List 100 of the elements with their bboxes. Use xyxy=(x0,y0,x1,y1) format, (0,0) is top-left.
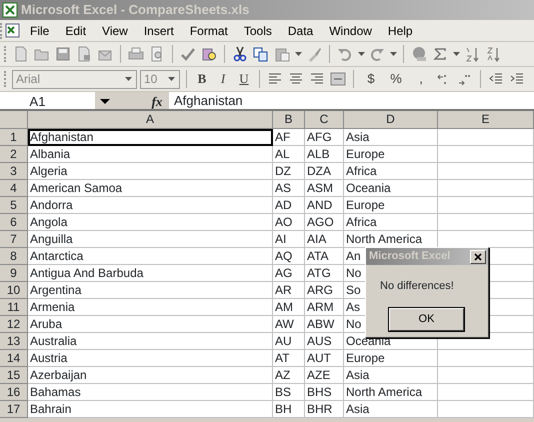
column-header[interactable]: D xyxy=(344,111,438,129)
workbook-icon[interactable] xyxy=(5,22,22,39)
table-cell: AU xyxy=(273,333,305,350)
table-cell: North America xyxy=(344,231,438,248)
dropdown-arrow-icon[interactable] xyxy=(294,52,302,56)
row-header[interactable]: 2 xyxy=(0,146,28,163)
row-header[interactable]: 4 xyxy=(0,180,28,197)
table-cell: AQ xyxy=(273,248,305,265)
name-box[interactable]: A1 xyxy=(0,92,95,109)
menu-item[interactable]: Window xyxy=(321,22,380,40)
menu-item[interactable]: Help xyxy=(380,22,421,40)
close-icon xyxy=(474,252,482,260)
table-cell: ALB xyxy=(305,146,344,163)
table-cell: AIA xyxy=(305,231,344,248)
menu-item[interactable]: Insert xyxy=(136,22,182,40)
row-header[interactable]: 12 xyxy=(0,316,28,333)
row-header[interactable]: 14 xyxy=(0,350,28,367)
dropdown-arrow-icon[interactable] xyxy=(358,52,364,56)
excel-logo-icon xyxy=(2,2,18,18)
close-button[interactable] xyxy=(470,250,486,264)
row-header[interactable]: 11 xyxy=(0,299,28,316)
table-cell: Anguilla xyxy=(28,231,273,248)
window-title: Microsoft Excel - CompareSheets.xls xyxy=(21,1,250,20)
table-cell: Albania xyxy=(28,146,273,163)
table-cell: ASM xyxy=(305,180,344,197)
table-cell: Asia xyxy=(344,367,438,384)
menu-item[interactable]: Format xyxy=(182,22,236,40)
formula-input[interactable]: Afghanistan xyxy=(169,90,243,110)
row-header[interactable]: 9 xyxy=(0,265,28,282)
table-cell: ATA xyxy=(305,248,344,265)
table-cell: AM xyxy=(273,299,305,316)
table-cell: Antarctica xyxy=(28,248,273,265)
table-cell: Europe xyxy=(344,350,438,367)
row-header[interactable]: 3 xyxy=(0,163,28,180)
table-cell: Andorra xyxy=(28,197,273,214)
dropdown-arrow-icon[interactable] xyxy=(390,52,396,56)
table-cell: Australia xyxy=(28,333,273,350)
column-header[interactable]: E xyxy=(438,111,534,129)
save-icon[interactable] xyxy=(55,46,71,62)
column-header[interactable]: A xyxy=(28,111,273,129)
table-cell: AND xyxy=(305,197,344,214)
row-header[interactable]: 17 xyxy=(0,401,28,418)
table-cell: BS xyxy=(273,384,305,401)
table-cell: North America xyxy=(344,384,438,401)
row-header[interactable]: 7 xyxy=(0,231,28,248)
ok-button[interactable]: OK xyxy=(389,308,464,330)
row-header[interactable]: 10 xyxy=(0,282,28,299)
sort-descending-icon[interactable] xyxy=(485,46,501,62)
sort-ascending-icon[interactable] xyxy=(464,46,480,62)
table-cell: Europe xyxy=(344,197,438,214)
menu-item[interactable]: File xyxy=(22,22,58,40)
comma-button[interactable]: , xyxy=(410,69,432,89)
menu-item[interactable]: Edit xyxy=(57,22,94,40)
underline-button[interactable]: U xyxy=(235,69,253,89)
table-cell: AS xyxy=(273,180,305,197)
table-cell: AGO xyxy=(305,214,344,231)
table-cell: ARM xyxy=(305,299,344,316)
spelling-icon[interactable] xyxy=(180,46,196,62)
table-cell: DZ xyxy=(273,163,305,180)
column-header[interactable]: C xyxy=(305,111,344,129)
row-header[interactable]: 15 xyxy=(0,367,28,384)
sigma-icon[interactable] xyxy=(432,46,448,62)
bold-button[interactable]: B xyxy=(193,69,211,89)
printer-icon[interactable] xyxy=(128,46,144,62)
italic-button[interactable]: I xyxy=(214,69,232,89)
row-header[interactable]: 16 xyxy=(0,384,28,401)
copy-icon[interactable] xyxy=(253,46,269,62)
table-cell: AO xyxy=(273,214,305,231)
table-cell: AZE xyxy=(305,367,344,384)
row-header[interactable]: 8 xyxy=(0,248,28,265)
table-cell: AG xyxy=(273,265,305,282)
column-header[interactable]: B xyxy=(273,111,305,129)
table-cell: Europe xyxy=(344,146,438,163)
row-header[interactable]: 1 xyxy=(0,129,28,146)
row-header[interactable]: 6 xyxy=(0,214,28,231)
merge-center-icon[interactable] xyxy=(330,71,346,87)
percent-button[interactable]: % xyxy=(385,69,407,89)
table-cell: Angola xyxy=(28,214,273,231)
table-cell: Austria xyxy=(28,350,273,367)
table-cell: AI xyxy=(273,231,305,248)
scissors-icon[interactable] xyxy=(232,46,248,62)
table-cell: BHR xyxy=(305,401,344,418)
dropdown-arrow-icon xyxy=(168,77,175,81)
table-cell: Asia xyxy=(344,401,438,418)
table-cell: AF xyxy=(273,129,305,146)
table-cell: Argentina xyxy=(28,282,273,299)
clipboard-icon[interactable] xyxy=(274,46,290,62)
table-cell: Azerbaijan xyxy=(28,367,273,384)
insert-function-button[interactable]: fx xyxy=(145,92,169,109)
dropdown-arrow-icon[interactable] xyxy=(452,52,460,56)
menu-item[interactable]: Tools xyxy=(236,22,280,40)
table-cell: AR xyxy=(273,282,305,299)
research-icon[interactable] xyxy=(201,46,217,62)
currency-button[interactable]: $ xyxy=(360,69,382,89)
row-header[interactable]: 13 xyxy=(0,333,28,350)
menu-item[interactable]: View xyxy=(94,22,136,40)
table-cell: Bahrain xyxy=(28,401,273,418)
table-cell: Asia xyxy=(344,129,438,146)
menu-item[interactable]: Data xyxy=(280,22,322,40)
row-header[interactable]: 5 xyxy=(0,197,28,214)
